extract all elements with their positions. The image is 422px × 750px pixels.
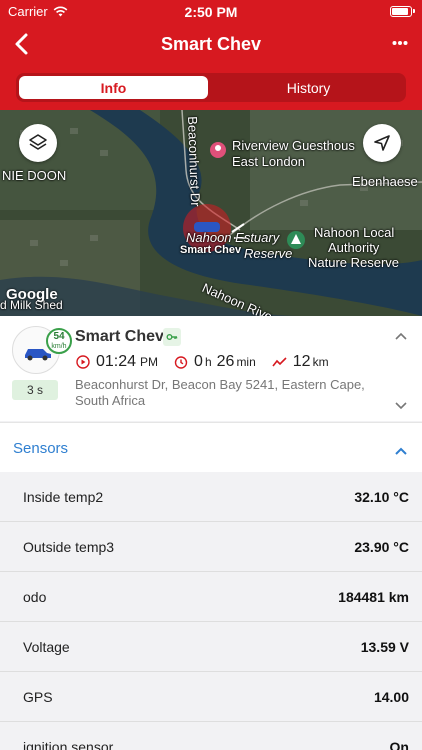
sensor-value: 13.59 V	[360, 639, 409, 655]
map-label-street: Beaconhurst Dr	[185, 116, 204, 207]
sensor-row: GPS 14.00	[0, 672, 422, 722]
last-time-suffix: PM	[140, 355, 159, 369]
sensor-row: odo 184481 km	[0, 572, 422, 622]
info-history-segmented-control: Info History	[16, 73, 406, 102]
map-label-reserve: Nahoon Local	[314, 225, 395, 240]
more-options-button[interactable]	[392, 34, 408, 57]
collapse-sensors-button[interactable]	[394, 443, 408, 461]
sensor-value: On	[389, 739, 409, 750]
map-label-place-line2: East London	[232, 154, 306, 169]
vehicle-card[interactable]: 54 km/h 3 s Smart Chev 01:24 PM 0 h 26 m…	[0, 316, 422, 421]
ignition-key-icon	[163, 328, 181, 346]
navigation-arrow-icon	[374, 135, 390, 151]
more-icon	[392, 41, 408, 45]
chevron-up-icon	[395, 332, 407, 340]
speed-badge: 54 km/h	[46, 328, 72, 354]
map-label-reserve: Nature Reserve	[308, 255, 400, 270]
sensor-row: Inside temp2 32.10 °C	[0, 472, 422, 522]
collapse-card-button[interactable]	[394, 328, 408, 346]
distance-unit: km	[312, 355, 329, 369]
sensors-section-header[interactable]: Sensors	[0, 422, 422, 472]
sensor-label: Voltage	[23, 639, 70, 655]
status-bar: Carrier 2:50 PM	[0, 0, 422, 24]
sensor-label: odo	[23, 589, 47, 605]
vehicle-marker-label[interactable]: Smart Chev	[180, 244, 241, 256]
map-label-area: NIE DOON	[2, 168, 67, 183]
sensor-row: Outside temp3 23.90 °C	[0, 522, 422, 572]
sensor-label: Inside temp2	[23, 489, 104, 505]
play-clock-icon	[76, 355, 90, 369]
key-icon	[166, 334, 178, 340]
sensor-row: Voltage 13.59 V	[0, 622, 422, 672]
speed-unit: km/h	[51, 343, 67, 350]
page-title: Smart Chev	[160, 34, 262, 54]
sensor-label: GPS	[23, 689, 53, 705]
map-view[interactable]: Beaconhurst Dr Riverview Guesthous East …	[0, 110, 422, 316]
expand-address-button[interactable]	[394, 398, 408, 416]
app-header: Carrier 2:50 PM Smart Chev Info History	[0, 0, 422, 110]
sensor-row: ignition sensor On	[0, 722, 422, 750]
timer-icon	[174, 356, 188, 369]
vehicle-address: Beaconhurst Dr, Beacon Bay 5241, Eastern…	[75, 377, 365, 408]
last-time-value: 01:24	[96, 353, 137, 370]
map-label-place: Riverview Guesthous	[232, 138, 355, 153]
layers-icon	[29, 134, 47, 150]
chevron-down-icon	[395, 402, 407, 410]
stop-minutes: 26	[216, 353, 235, 370]
map-label-reserve: Reserve	[244, 246, 293, 261]
trip-stats: 01:24 PM 0 h 26 min 12 km	[76, 353, 329, 371]
battery-icon	[390, 6, 415, 17]
sensor-list: Inside temp2 32.10 °C Outside temp3 23.9…	[0, 472, 422, 750]
sensor-label: Outside temp3	[23, 539, 115, 555]
map-label-reserve: Nahoon Estuary	[186, 230, 280, 245]
sensor-value: 184481 km	[338, 589, 409, 605]
locate-button[interactable]	[363, 124, 401, 162]
map-layers-button[interactable]	[19, 124, 57, 162]
distance-value: 12	[292, 353, 311, 370]
map-label-reserve: Authority	[328, 240, 380, 255]
tab-history[interactable]: History	[214, 76, 403, 99]
speed-value: 54	[53, 331, 65, 342]
chevron-up-icon	[395, 447, 407, 455]
google-logo: Google	[6, 286, 58, 303]
tab-info[interactable]: Info	[19, 76, 208, 99]
map-label-area: Ebenhaese	[352, 174, 418, 189]
sensor-value: 14.00	[373, 689, 409, 705]
sensor-label: ignition sensor	[23, 739, 114, 750]
sensor-value: 23.90 °C	[354, 539, 409, 555]
stop-hours: 0	[194, 353, 203, 370]
sensors-title: Sensors	[13, 440, 69, 457]
stop-minutes-unit: min	[236, 355, 256, 369]
sensor-value: 32.10 °C	[354, 489, 409, 505]
trend-icon	[272, 357, 287, 367]
clock: 2:50 PM	[184, 4, 238, 20]
vehicle-name: Smart Chev	[75, 328, 164, 345]
last-update-badge: 3 s	[12, 380, 58, 400]
stop-hours-unit: h	[204, 355, 212, 369]
